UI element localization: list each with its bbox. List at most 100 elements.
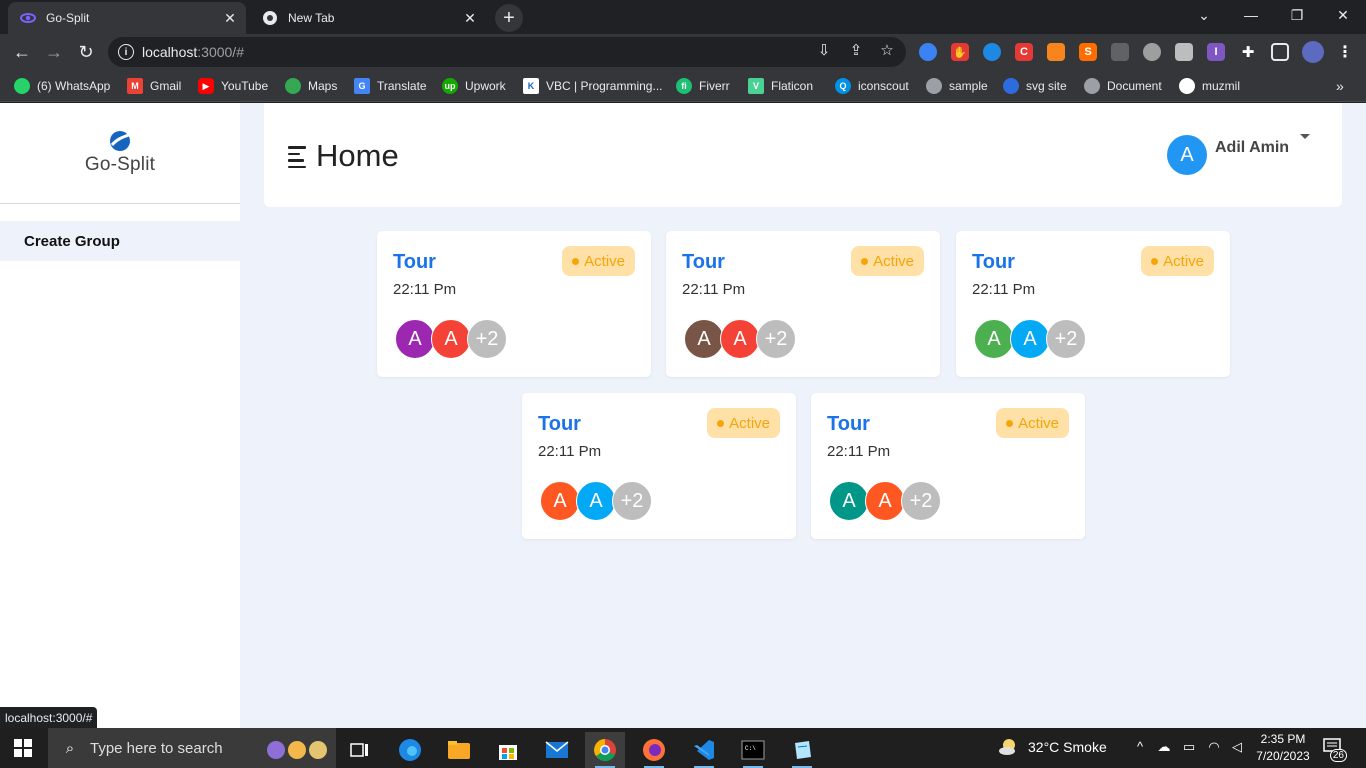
volume-icon[interactable]: ◁ (1228, 739, 1246, 755)
sidebar-item-create-group[interactable]: Create Group (0, 221, 240, 261)
bookmark-iconscout[interactable]: Qiconscout (835, 76, 909, 96)
battery-icon[interactable]: ▭ (1180, 739, 1198, 755)
bookmark-flaticon[interactable]: V Flaticon (748, 76, 813, 96)
onedrive-icon[interactable]: ☁ (1155, 739, 1173, 755)
group-title[interactable]: Tour (682, 251, 725, 274)
close-tab-icon[interactable]: ✕ (460, 8, 480, 28)
extension-10-icon[interactable]: I (1207, 43, 1225, 61)
extension-3-icon[interactable] (983, 43, 1001, 61)
vscode-icon[interactable] (684, 732, 724, 768)
group-title[interactable]: Tour (972, 251, 1015, 274)
metamask-icon[interactable] (1047, 43, 1065, 61)
kebab-menu-icon[interactable]: ⋮ (1336, 43, 1354, 61)
site-info-icon[interactable]: i (118, 44, 134, 60)
bookmark-document[interactable]: Document (1084, 76, 1162, 96)
search-placeholder: Type here to search (90, 739, 223, 757)
mail-icon[interactable] (537, 732, 577, 768)
page-header: Home A Adil Amin (264, 103, 1342, 207)
pen-icon[interactable] (1175, 43, 1193, 61)
extension-8-icon[interactable] (1143, 43, 1161, 61)
bookmark-muzmil[interactable]: muzmil (1179, 76, 1240, 96)
status-dot-icon (717, 419, 725, 427)
windows-start-icon[interactable] (14, 739, 32, 757)
adblock-icon[interactable]: ✋ (951, 43, 969, 61)
share-icon[interactable]: ⇪ (847, 41, 865, 59)
group-time: 22:11 Pm (538, 443, 602, 460)
tray-chevron-icon[interactable]: ^ (1131, 739, 1149, 754)
address-bar[interactable]: i localhost:3000/# (108, 37, 906, 67)
bookmarks-overflow-icon[interactable]: » (1336, 76, 1344, 96)
bookmark-svg-site[interactable]: svg site (1003, 76, 1067, 96)
minimize-icon[interactable]: — (1228, 0, 1274, 30)
tab-search-chevron-icon[interactable]: ⌄ (1181, 0, 1227, 30)
svg-text:C:\: C:\ (745, 745, 756, 752)
windows-taskbar: ⌕ Type here to search C:\ 32°C Smoke ^ ☁… (0, 728, 1366, 768)
group-title[interactable]: Tour (538, 413, 581, 436)
more-members-avatar: +2 (756, 319, 796, 359)
extensions-puzzle-icon[interactable]: ✚ (1239, 43, 1257, 61)
microsoft-store-icon[interactable] (488, 732, 528, 768)
bookmark-sample[interactable]: sample (926, 76, 988, 96)
bookmark-gmail[interactable]: M Gmail (127, 76, 181, 96)
weather-widget[interactable]: 32°C Smoke (998, 738, 1107, 756)
close-tab-icon[interactable]: ✕ (220, 8, 240, 28)
window-close-icon[interactable]: ✕ (1320, 0, 1366, 30)
wifi-icon[interactable]: ◠ (1205, 739, 1223, 755)
weather-moon-cloud-icon (999, 739, 1015, 755)
extension-1-icon[interactable] (919, 43, 937, 61)
firefox-icon[interactable] (634, 732, 674, 768)
group-card[interactable]: Tour 22:11 Pm Active A A +2 (522, 393, 796, 539)
forward-arrow-icon[interactable]: → (40, 38, 68, 66)
terminal-icon[interactable]: C:\ (733, 732, 773, 768)
group-card[interactable]: Tour 22:11 Pm Active A A +2 (956, 231, 1230, 377)
bookmark-star-icon[interactable]: ☆ (878, 41, 896, 59)
back-arrow-icon[interactable]: ← (8, 38, 36, 66)
status-badge: Active (851, 246, 924, 276)
group-card[interactable]: Tour 22:11 Pm Active A A +2 (811, 393, 1085, 539)
file-explorer-icon[interactable] (439, 732, 479, 768)
gmail-icon: M (127, 78, 143, 94)
extension-6-icon[interactable]: S (1079, 43, 1097, 61)
notification-center-icon[interactable]: 26 (1323, 738, 1347, 762)
edge-icon[interactable] (390, 732, 430, 768)
bookmark-upwork[interactable]: up Upwork (442, 76, 506, 96)
user-avatar[interactable]: A (1167, 135, 1207, 175)
tab-new-tab[interactable]: New Tab ✕ (250, 2, 486, 34)
new-tab-button[interactable]: + (495, 4, 523, 32)
bookmark-translate[interactable]: G Translate (354, 76, 427, 96)
side-panel-icon[interactable] (1271, 43, 1289, 61)
reload-icon[interactable]: ↻ (72, 38, 100, 66)
menu-toggle-icon[interactable] (288, 146, 306, 168)
bookmark-vbc[interactable]: K VBC | Programming... (523, 76, 662, 96)
group-time: 22:11 Pm (827, 443, 891, 460)
member-avatars: A A +2 (540, 481, 652, 521)
profile-avatar-icon[interactable] (1302, 41, 1324, 63)
group-title[interactable]: Tour (827, 413, 870, 436)
taskbar-clock[interactable]: 2:35 PM 7/20/2023 (1253, 731, 1313, 765)
group-title[interactable]: Tour (393, 251, 436, 274)
tab-go-split[interactable]: Go-Split ✕ (8, 2, 246, 34)
notepad-icon[interactable] (782, 732, 822, 768)
user-name[interactable]: Adil Amin (1215, 139, 1289, 157)
globe-icon (926, 78, 942, 94)
chrome-icon (262, 10, 278, 26)
app-logo[interactable]: Go-Split (0, 103, 240, 204)
chrome-taskbar-icon[interactable] (585, 732, 625, 768)
user-menu-caret-icon[interactable] (1300, 134, 1310, 139)
bookmark-whatsapp[interactable]: (6) WhatsApp (14, 76, 110, 96)
bookmark-youtube[interactable]: ▶ YouTube (198, 76, 268, 96)
member-avatar: A (865, 481, 905, 521)
bookmark-fiverr[interactable]: fi Fiverr (676, 76, 730, 96)
task-view-icon[interactable] (340, 732, 380, 768)
color-picker-icon[interactable] (1111, 43, 1129, 61)
status-badge: Active (1141, 246, 1214, 276)
group-card[interactable]: Tour 22:11 Pm Active A A +2 (666, 231, 940, 377)
search-highlight-icon[interactable] (262, 732, 332, 768)
more-members-avatar: +2 (612, 481, 652, 521)
group-card[interactable]: Tour 22:11 Pm Active A A +2 (377, 231, 651, 377)
install-icon[interactable]: ⇩ (815, 41, 833, 59)
restore-icon[interactable]: ❐ (1274, 0, 1320, 30)
extension-4-icon[interactable]: C (1015, 43, 1033, 61)
more-members-avatar: +2 (467, 319, 507, 359)
bookmark-maps[interactable]: Maps (285, 76, 337, 96)
